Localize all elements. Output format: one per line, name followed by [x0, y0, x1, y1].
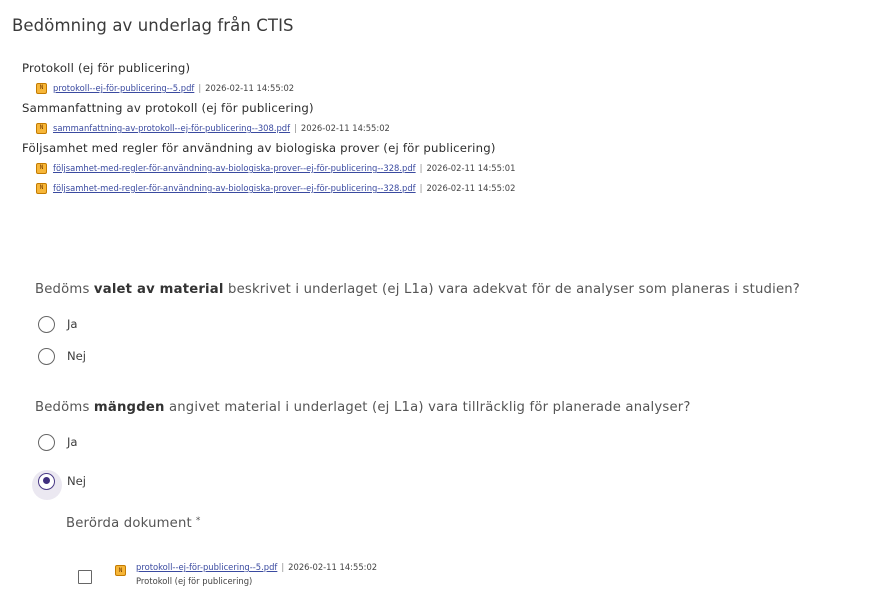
radio-label: Nej — [67, 349, 87, 363]
radio-button[interactable] — [38, 347, 55, 365]
question-material-amount: Bedöms mängden angivet material i underl… — [35, 400, 691, 415]
document-type-label: Protokoll (ej för publicering) — [136, 576, 253, 586]
file-link[interactable]: sammanfattning-av-protokoll--ej-för-publ… — [53, 123, 290, 133]
radio-option-nej-selected[interactable]: Nej — [31, 469, 87, 500]
file-row: N följsamhet-med-regler-för-användning-a… — [36, 158, 883, 178]
file-link[interactable]: protokoll--ej-för-publicering--5.pdf — [53, 83, 194, 93]
file-timestamp: 2026-02-11 14:55:02 — [288, 562, 378, 572]
file-timestamp: 2026-02-11 14:55:02 — [205, 83, 295, 93]
pdf-file-icon: N — [115, 565, 126, 576]
separator: | — [281, 562, 285, 572]
affected-document-item: N protokoll--ej-för-publicering--5.pdf |… — [115, 560, 377, 588]
document-list: Protokoll (ej för publicering) N protoko… — [0, 58, 883, 198]
pdf-file-icon: N — [36, 182, 47, 194]
file-row: N sammanfattning-av-protokoll--ej-för-pu… — [36, 118, 883, 138]
question-emphasis: valet av material — [93, 282, 224, 297]
required-asterisk: * — [195, 516, 201, 526]
separator: | — [294, 123, 297, 133]
radio-option-ja[interactable]: Ja — [38, 312, 78, 336]
document-group-heading: Sammanfattning av protokoll (ej för publ… — [22, 101, 314, 115]
file-timestamp: 2026-02-11 14:55:02 — [300, 123, 390, 133]
file-timestamp: 2026-02-11 14:55:02 — [426, 183, 516, 193]
separator: | — [419, 183, 423, 193]
question-emphasis: mängden — [93, 400, 165, 415]
radio-button[interactable] — [38, 315, 55, 333]
pdf-file-icon: N — [36, 162, 47, 174]
affected-document-checkbox[interactable] — [78, 570, 92, 584]
question-material-choice: Bedöms valet av material beskrivet i und… — [35, 282, 800, 297]
question-prefix: Bedöms — [35, 400, 94, 415]
file-link[interactable]: följsamhet-med-regler-för-användning-av-… — [53, 163, 416, 173]
separator: | — [419, 163, 423, 173]
file-link[interactable]: följsamhet-med-regler-för-användning-av-… — [53, 183, 416, 193]
affected-documents-heading: Berörda dokument * — [66, 516, 201, 531]
pdf-file-icon: N — [36, 122, 47, 134]
question-prefix: Bedöms — [35, 282, 94, 297]
radio-label: Nej — [67, 474, 87, 488]
file-row: N protokoll--ej-för-publicering--5.pdf |… — [36, 78, 883, 98]
file-row: N följsamhet-med-regler-för-användning-a… — [36, 178, 883, 198]
file-timestamp: 2026-02-11 14:55:01 — [426, 163, 516, 173]
question-suffix: angivet material i underlaget (ej L1a) v… — [164, 400, 691, 415]
page-title: Bedömning av underlag från CTIS — [12, 16, 294, 35]
separator: | — [198, 83, 202, 93]
pdf-file-icon: N — [36, 82, 47, 94]
radio-button[interactable] — [38, 433, 55, 451]
radio-option-ja[interactable]: Ja — [38, 430, 78, 454]
radio-option-nej[interactable]: Nej — [38, 344, 86, 368]
document-group-heading: Följsamhet med regler för användning av … — [22, 141, 496, 155]
document-group-heading: Protokoll (ej för publicering) — [22, 61, 191, 75]
file-link[interactable]: protokoll--ej-för-publicering--5.pdf — [136, 560, 277, 574]
radio-label: Ja — [67, 317, 78, 331]
radio-label: Ja — [67, 435, 78, 449]
question-suffix: beskrivet i underlaget (ej L1a) vara ade… — [223, 282, 801, 297]
radio-button-checked[interactable] — [38, 472, 55, 490]
affected-documents-label: Berörda dokument — [66, 516, 192, 531]
